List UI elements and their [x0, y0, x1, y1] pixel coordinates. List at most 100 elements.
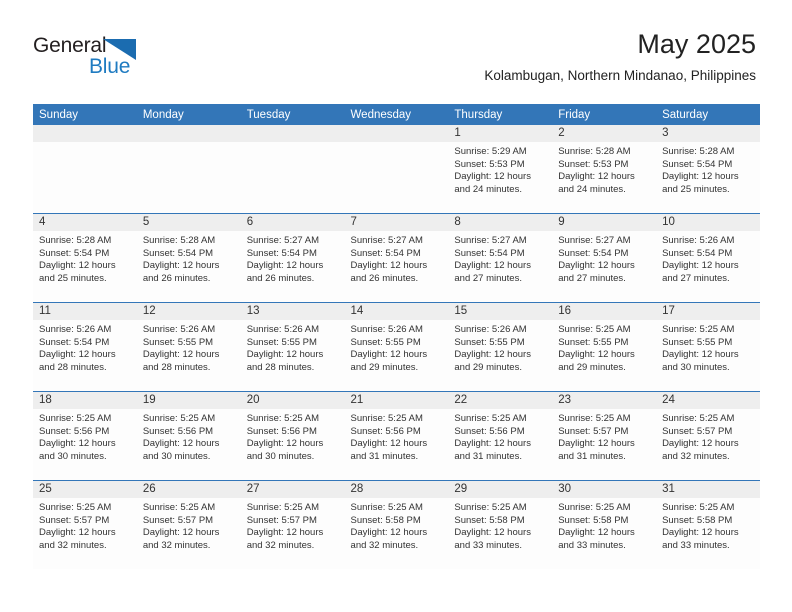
sunset-text: Sunset: 5:57 PM — [558, 425, 629, 437]
calendar-day-cell[interactable]: 12 Sunrise: 5:26 AM Sunset: 5:55 PM Dayligh… — [136, 302, 241, 392]
day-number: 8 — [448, 214, 553, 231]
calendar-day-cell[interactable]: 3 Sunrise: 5:28 AM Sunset: 5:54 PM Daylight… — [656, 125, 760, 214]
day-cell-inner: 3 Sunrise: 5:28 AM Sunset: 5:54 PM Daylight… — [656, 125, 760, 213]
daylight-text-line1: Daylight: 12 hours — [662, 349, 739, 361]
day-number: 9 — [552, 214, 657, 231]
day-details: Sunrise: 5:25 AM Sunset: 5:55 PM Daylight:… — [552, 320, 656, 374]
calendar-day-cell[interactable]: 1 Sunrise: 5:29 AM Sunset: 5:53 PM Daylight… — [448, 125, 553, 214]
sunset-text: Sunset: 5:54 PM — [350, 247, 421, 259]
sunrise-text: Sunrise: 5:26 AM — [246, 324, 320, 335]
day-cell-inner: 18 Sunrise: 5:25 AM Sunset: 5:56 PM Dayligh… — [33, 392, 137, 480]
daylight-text-line2: and 30 minutes. — [662, 361, 730, 373]
calendar-day-cell[interactable] — [33, 125, 137, 214]
calendar-day-cell[interactable]: 25 Sunrise: 5:25 AM Sunset: 5:57 PM Dayligh… — [33, 480, 137, 569]
day-number: 12 — [136, 303, 241, 320]
day-number: 14 — [344, 303, 449, 320]
day-details: Sunrise: 5:25 AM Sunset: 5:56 PM Daylight:… — [33, 409, 137, 463]
sunset-text: Sunset: 5:54 PM — [39, 336, 110, 348]
calendar-day-cell[interactable]: 29 Sunrise: 5:25 AM Sunset: 5:58 PM Dayligh… — [448, 480, 553, 569]
sunrise-text: Sunrise: 5:26 AM — [350, 324, 423, 335]
day-details: Sunrise: 5:25 AM Sunset: 5:58 PM Daylight:… — [552, 498, 656, 552]
calendar-day-cell[interactable]: 19 Sunrise: 5:25 AM Sunset: 5:56 PM Dayligh… — [136, 391, 241, 481]
day-number — [136, 125, 241, 142]
weekday-header-tuesday: Tuesday — [240, 104, 345, 125]
daylight-text-line1: Daylight: 12 hours — [662, 438, 739, 450]
day-number — [33, 125, 137, 142]
sunset-text: Sunset: 5:58 PM — [350, 514, 421, 526]
daylight-text-line1: Daylight: 12 hours — [142, 260, 220, 272]
sunset-text: Sunset: 5:56 PM — [454, 425, 525, 437]
calendar-day-cell[interactable]: 15 Sunrise: 5:26 AM Sunset: 5:55 PM Dayligh… — [448, 302, 553, 392]
calendar-day-cell[interactable]: 20 Sunrise: 5:25 AM Sunset: 5:56 PM Dayligh… — [240, 391, 345, 481]
daylight-text-line1: Daylight: 12 hours — [558, 171, 635, 183]
calendar-day-cell[interactable]: 7 Sunrise: 5:27 AM Sunset: 5:54 PM Daylight… — [344, 213, 449, 303]
calendar-day-cell[interactable]: 9 Sunrise: 5:27 AM Sunset: 5:54 PM Daylight… — [552, 213, 657, 303]
day-cell-inner: 4 Sunrise: 5:28 AM Sunset: 5:54 PM Daylight… — [33, 214, 137, 302]
calendar-day-cell[interactable]: 8 Sunrise: 5:27 AM Sunset: 5:54 PM Daylight… — [448, 213, 553, 303]
weekday-header-wednesday: Wednesday — [344, 104, 449, 125]
page-title: May 2025 — [637, 29, 756, 59]
sunset-text: Sunset: 5:54 PM — [558, 247, 629, 259]
day-number: 18 — [33, 392, 137, 409]
sunset-text: Sunset: 5:57 PM — [142, 514, 214, 526]
day-details: Sunrise: 5:25 AM Sunset: 5:57 PM Daylight:… — [656, 409, 760, 463]
calendar-day-cell[interactable]: 2 Sunrise: 5:28 AM Sunset: 5:53 PM Daylight… — [552, 125, 657, 214]
calendar-day-cell[interactable]: 16 Sunrise: 5:25 AM Sunset: 5:55 PM Dayligh… — [552, 302, 657, 392]
weekday-header-saturday: Saturday — [656, 104, 760, 125]
calendar-week-row: 18 Sunrise: 5:25 AM Sunset: 5:56 PM Dayligh… — [33, 391, 760, 481]
sunset-text: Sunset: 5:56 PM — [142, 425, 214, 437]
daylight-text-line1: Daylight: 12 hours — [142, 527, 220, 539]
daylight-text-line1: Daylight: 12 hours — [454, 260, 531, 272]
daylight-text-line1: Daylight: 12 hours — [350, 527, 428, 539]
sunset-text: Sunset: 5:55 PM — [558, 336, 629, 348]
calendar-day-cell[interactable]: 28 Sunrise: 5:25 AM Sunset: 5:58 PM Dayligh… — [344, 480, 449, 569]
calendar-day-cell[interactable]: 26 Sunrise: 5:25 AM Sunset: 5:57 PM Dayligh… — [136, 480, 241, 569]
daylight-text-line1: Daylight: 12 hours — [558, 260, 635, 272]
calendar-day-cell[interactable]: 14 Sunrise: 5:26 AM Sunset: 5:55 PM Dayligh… — [344, 302, 449, 392]
day-details: Sunrise: 5:25 AM Sunset: 5:56 PM Daylight:… — [345, 409, 449, 463]
calendar-day-cell[interactable]: 31 Sunrise: 5:25 AM Sunset: 5:58 PM Dayligh… — [656, 480, 760, 569]
day-details: Sunrise: 5:25 AM Sunset: 5:56 PM Daylight:… — [448, 409, 552, 463]
day-number — [344, 125, 449, 142]
day-cell-inner — [136, 125, 241, 213]
sunrise-text: Sunrise: 5:25 AM — [662, 502, 735, 513]
calendar-day-cell[interactable]: 13 Sunrise: 5:26 AM Sunset: 5:55 PM Dayligh… — [240, 302, 345, 392]
calendar-day-cell[interactable]: 27 Sunrise: 5:25 AM Sunset: 5:57 PM Dayligh… — [240, 480, 345, 569]
calendar-day-cell[interactable]: 10 Sunrise: 5:26 AM Sunset: 5:54 PM Dayligh… — [656, 213, 760, 303]
daylight-text-line1: Daylight: 12 hours — [454, 438, 531, 450]
daylight-text-line1: Daylight: 12 hours — [558, 349, 635, 361]
day-details — [33, 142, 137, 146]
calendar-header-row: Sunday Monday Tuesday Wednesday Thursday… — [33, 104, 760, 125]
daylight-text-line2: and 28 minutes. — [39, 361, 107, 373]
day-number: 29 — [448, 481, 553, 498]
sunset-text: Sunset: 5:54 PM — [454, 247, 525, 259]
calendar-day-cell[interactable]: 17 Sunrise: 5:25 AM Sunset: 5:55 PM Dayligh… — [656, 302, 760, 392]
general-blue-logo[interactable]: General Blue — [33, 34, 213, 86]
day-number: 16 — [552, 303, 657, 320]
calendar-day-cell[interactable]: 23 Sunrise: 5:25 AM Sunset: 5:57 PM Dayligh… — [552, 391, 657, 481]
calendar-day-cell[interactable]: 22 Sunrise: 5:25 AM Sunset: 5:56 PM Dayligh… — [448, 391, 553, 481]
day-cell-inner: 13 Sunrise: 5:26 AM Sunset: 5:55 PM Dayligh… — [240, 303, 345, 391]
calendar-day-cell[interactable]: 18 Sunrise: 5:25 AM Sunset: 5:56 PM Dayligh… — [33, 391, 137, 481]
daylight-text-line2: and 32 minutes. — [39, 539, 107, 551]
daylight-text-line2: and 32 minutes. — [142, 539, 211, 551]
calendar-day-cell[interactable]: 11 Sunrise: 5:26 AM Sunset: 5:54 PM Dayligh… — [33, 302, 137, 392]
sunrise-text: Sunrise: 5:28 AM — [558, 146, 631, 157]
day-details: Sunrise: 5:27 AM Sunset: 5:54 PM Daylight:… — [448, 231, 552, 285]
calendar-day-cell[interactable]: 6 Sunrise: 5:27 AM Sunset: 5:54 PM Daylight… — [240, 213, 345, 303]
day-cell-inner: 2 Sunrise: 5:28 AM Sunset: 5:53 PM Daylight… — [552, 125, 657, 213]
calendar-day-cell[interactable]: 4 Sunrise: 5:28 AM Sunset: 5:54 PM Daylight… — [33, 213, 137, 303]
calendar-day-cell[interactable] — [344, 125, 449, 214]
calendar-day-cell[interactable] — [240, 125, 345, 214]
day-number: 17 — [656, 303, 760, 320]
calendar-day-cell[interactable]: 24 Sunrise: 5:25 AM Sunset: 5:57 PM Dayligh… — [656, 391, 760, 481]
sunset-text: Sunset: 5:55 PM — [142, 336, 214, 348]
calendar-day-cell[interactable]: 30 Sunrise: 5:25 AM Sunset: 5:58 PM Dayligh… — [552, 480, 657, 569]
sunrise-text: Sunrise: 5:25 AM — [39, 502, 112, 513]
calendar-day-cell[interactable]: 5 Sunrise: 5:28 AM Sunset: 5:54 PM Daylight… — [136, 213, 241, 303]
calendar-day-cell[interactable] — [136, 125, 241, 214]
calendar-day-cell[interactable]: 21 Sunrise: 5:25 AM Sunset: 5:56 PM Dayligh… — [344, 391, 449, 481]
daylight-text-line1: Daylight: 12 hours — [662, 260, 739, 272]
day-number — [240, 125, 345, 142]
sunrise-text: Sunrise: 5:25 AM — [558, 324, 631, 335]
